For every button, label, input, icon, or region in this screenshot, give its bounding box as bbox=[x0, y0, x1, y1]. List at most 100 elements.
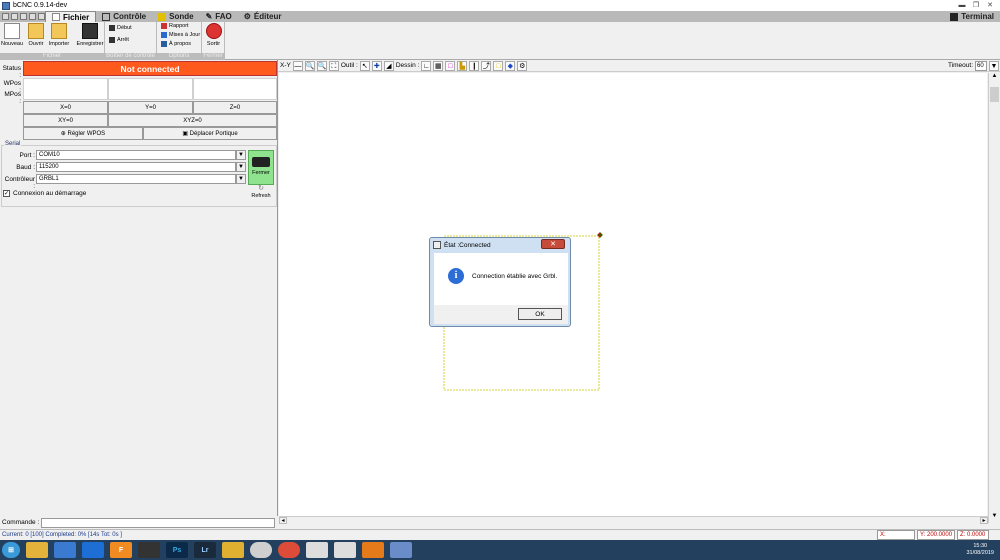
tab-fao[interactable]: ✎ FAO bbox=[200, 11, 238, 22]
tab-terminal[interactable]: Terminal bbox=[944, 11, 1000, 22]
close-icon[interactable]: ✕ bbox=[984, 2, 996, 10]
port-dropdown-icon[interactable]: ▼ bbox=[236, 150, 246, 160]
open-button[interactable]: Ouvrir bbox=[25, 23, 47, 47]
margin-icon[interactable]: □ bbox=[445, 60, 456, 71]
home-app-icon[interactable] bbox=[362, 542, 384, 558]
tab-fichier[interactable]: Fichier bbox=[45, 11, 97, 22]
rapid-icon[interactable]: □ bbox=[493, 60, 504, 71]
start-button[interactable]: Début bbox=[109, 25, 132, 31]
dialog-title: État :Connected bbox=[444, 241, 491, 249]
user-app-icon[interactable] bbox=[334, 542, 356, 558]
scroll-up-icon[interactable]: ▲ bbox=[989, 73, 1000, 83]
axes-icon[interactable]: ∟ bbox=[421, 60, 432, 71]
select-arrow-icon[interactable]: ↖ bbox=[359, 60, 370, 71]
zero-x-button[interactable]: X=0 bbox=[23, 101, 108, 114]
calendar-icon[interactable] bbox=[306, 542, 328, 558]
stop-button[interactable]: Arrêt bbox=[109, 37, 129, 43]
horizontal-scrollbar[interactable]: ◂ ▸ bbox=[279, 516, 988, 524]
baud-dropdown-icon[interactable]: ▼ bbox=[236, 162, 246, 172]
start-menu-icon[interactable]: ⊞ bbox=[2, 542, 20, 558]
tab-editeur[interactable]: ⚙ Éditeur bbox=[238, 11, 288, 22]
folder-app-icon[interactable] bbox=[222, 542, 244, 558]
move-cross-icon[interactable]: ✚ bbox=[371, 60, 382, 71]
chrome-icon[interactable] bbox=[278, 542, 300, 558]
scroll-right-icon[interactable]: ▸ bbox=[980, 517, 988, 524]
outlook-icon[interactable] bbox=[82, 542, 104, 558]
quick-new-icon[interactable] bbox=[2, 13, 9, 20]
scroll-left-icon[interactable]: ◂ bbox=[279, 517, 287, 524]
grid-icon[interactable]: ▦ bbox=[433, 60, 444, 71]
dialog-close-icon[interactable]: ✕ bbox=[541, 239, 565, 249]
path-icon[interactable]: ⤴ bbox=[481, 60, 492, 71]
camera-app-icon[interactable] bbox=[138, 542, 160, 558]
exit-button[interactable]: Sortir bbox=[203, 23, 224, 47]
button-label: Mises à Jour bbox=[169, 32, 201, 38]
minimize-icon[interactable]: ▬ bbox=[956, 2, 968, 10]
bcnc-taskbar-icon[interactable] bbox=[390, 542, 412, 558]
ok-button[interactable]: OK bbox=[518, 308, 562, 320]
command-input[interactable] bbox=[41, 517, 276, 528]
fusion-icon[interactable]: F bbox=[110, 542, 132, 558]
ruler-icon[interactable]: ◢ bbox=[383, 60, 394, 71]
button-label: Nouveau bbox=[1, 41, 24, 47]
import-button[interactable]: Importer bbox=[48, 23, 70, 47]
photoshop-icon[interactable]: Ps bbox=[166, 542, 188, 558]
view-dropdown-icon[interactable]: — bbox=[292, 60, 303, 71]
quick-open-icon[interactable] bbox=[11, 13, 18, 20]
media-icon[interactable] bbox=[250, 542, 272, 558]
zero-y-button[interactable]: Y=0 bbox=[108, 101, 193, 114]
zero-xyz-button[interactable]: XYZ=0 bbox=[108, 114, 277, 127]
library-icon[interactable] bbox=[54, 542, 76, 558]
quick-undo-icon[interactable] bbox=[29, 13, 36, 20]
group-label: Boîtier de contrôle bbox=[105, 53, 156, 60]
dialog-app-icon bbox=[433, 241, 441, 249]
baud-label: Baud : bbox=[16, 164, 35, 171]
zoom-in-icon[interactable]: 🔍 bbox=[304, 60, 315, 71]
timeout-dropdown-icon[interactable]: ▼ bbox=[989, 60, 999, 71]
tab-sonde[interactable]: Sonde bbox=[152, 11, 199, 22]
ribbon-group-fermer: Sortir Fermer bbox=[202, 22, 225, 60]
save-button[interactable]: Enregistrer bbox=[75, 23, 105, 47]
about-button[interactable]: À propos bbox=[161, 41, 191, 47]
refresh-icon: ↻ bbox=[258, 185, 264, 192]
scroll-thumb[interactable] bbox=[990, 87, 999, 102]
editor-icon: ⚙ bbox=[243, 12, 251, 21]
zoom-fit-icon[interactable]: ⛶ bbox=[328, 60, 339, 71]
camera-icon[interactable]: ◆ bbox=[505, 60, 516, 71]
zoom-out-icon[interactable]: 🔍 bbox=[316, 60, 327, 71]
checkbox-label: Connexion au démarrage bbox=[13, 190, 87, 197]
workarea-icon[interactable]: ▙ bbox=[457, 60, 468, 71]
settings-icon[interactable]: ⚙ bbox=[517, 60, 528, 71]
restore-icon[interactable]: ❐ bbox=[970, 2, 982, 10]
refresh-button[interactable]: ↻ Refresh bbox=[248, 185, 274, 201]
vertical-scrollbar[interactable]: ▲ ▼ bbox=[988, 73, 1000, 523]
button-label: Enregistrer bbox=[76, 41, 104, 47]
canvas-toolbar: X-Y — 🔍 🔍 ⛶ Outil : ↖ ✚ ◢ Dessin : ∟ ▦ □… bbox=[278, 60, 1000, 72]
explorer-icon[interactable] bbox=[26, 542, 48, 558]
ribbon-group-options: Rapport Mises à Jour À propos Options bbox=[157, 22, 202, 60]
scroll-down-icon[interactable]: ▼ bbox=[989, 513, 1000, 523]
report-button[interactable]: Rapport bbox=[161, 23, 189, 29]
close-connection-button[interactable]: Fermer bbox=[248, 150, 274, 185]
ribbon-tab-bar: Fichier Contrôle Sonde ✎ FAO ⚙ Éditeur T… bbox=[0, 11, 1000, 22]
set-wpos-button[interactable]: ⊕ Régler WPOS bbox=[23, 127, 143, 140]
window-title: bCNC 0.9.14-dev bbox=[13, 2, 68, 9]
drawing-canvas[interactable] bbox=[279, 73, 987, 516]
move-gantry-button[interactable]: ▣ Déplacer Portique bbox=[143, 127, 277, 140]
baud-field[interactable]: 115200 bbox=[36, 162, 236, 172]
tab-controle[interactable]: Contrôle bbox=[96, 11, 152, 22]
controller-dropdown-icon[interactable]: ▼ bbox=[236, 174, 246, 184]
lightroom-icon[interactable]: Lr bbox=[194, 542, 216, 558]
view-select[interactable]: X-Y bbox=[280, 62, 291, 69]
controller-field[interactable]: GRBL1 bbox=[36, 174, 236, 184]
zero-xy-button[interactable]: XY=0 bbox=[23, 114, 108, 127]
quick-save-icon[interactable] bbox=[20, 13, 27, 20]
updates-button[interactable]: Mises à Jour bbox=[161, 32, 200, 38]
probe-icon[interactable]: ❙ bbox=[469, 60, 480, 71]
timeout-field[interactable]: 60 bbox=[975, 60, 987, 71]
port-field[interactable]: COM10 bbox=[36, 150, 236, 160]
quick-redo-icon[interactable] bbox=[38, 13, 45, 20]
zero-z-button[interactable]: Z=0 bbox=[193, 101, 277, 114]
new-button[interactable]: Nouveau bbox=[1, 23, 23, 47]
auto-connect-checkbox[interactable]: ✓ Connexion au démarrage bbox=[3, 190, 86, 197]
